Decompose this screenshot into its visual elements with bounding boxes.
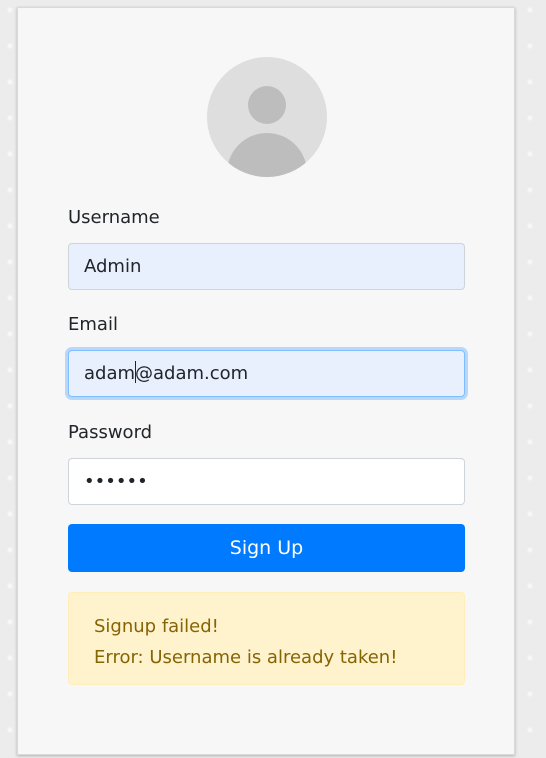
sign-up-button[interactable]: Sign Up: [68, 524, 465, 572]
email-value-end: @adam.com: [135, 363, 249, 384]
avatar-head: [248, 86, 286, 124]
alert-message: Error: Username is already taken!: [94, 647, 398, 668]
password-value: ••••••: [84, 471, 148, 492]
password-field[interactable]: ••••••: [68, 458, 465, 505]
error-alert: Signup failed! Error: Username is alread…: [68, 592, 465, 685]
email-label: Email: [68, 314, 118, 335]
password-label: Password: [68, 422, 153, 443]
username-label: Username: [68, 207, 160, 228]
signup-card: Username Admin Email adam@adam.com Passw…: [17, 7, 515, 755]
user-avatar-icon: [207, 57, 327, 177]
alert-title: Signup failed!: [94, 616, 219, 637]
username-value: Admin: [84, 256, 142, 277]
email-field[interactable]: adam@adam.com: [68, 350, 465, 397]
username-field[interactable]: Admin: [68, 243, 465, 290]
email-value-start: adam: [84, 363, 136, 384]
avatar-shoulders: [227, 133, 307, 177]
